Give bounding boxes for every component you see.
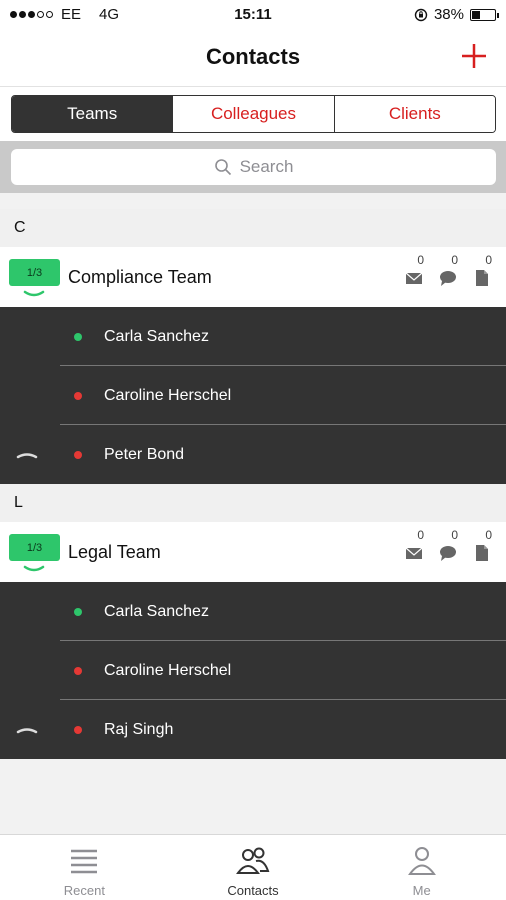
team-counters: 0 0 0 xyxy=(404,253,492,287)
member-name: Carla Sanchez xyxy=(104,602,209,620)
files-counter[interactable]: 0 xyxy=(472,253,492,287)
mail-counter[interactable]: 0 xyxy=(404,528,424,562)
segment-clients[interactable]: Clients xyxy=(333,96,495,132)
section-header-c: C xyxy=(0,209,506,247)
tab-label: Me xyxy=(412,883,431,898)
segment-teams[interactable]: Teams xyxy=(12,96,173,132)
member-row[interactable]: Caroline Herschel xyxy=(60,641,506,700)
tab-me[interactable]: Me xyxy=(337,835,506,900)
member-row[interactable]: Carla Sanchez xyxy=(60,582,506,641)
chat-icon xyxy=(440,546,456,561)
mail-counter[interactable]: 0 xyxy=(404,253,424,287)
team-members-legal: Carla Sanchez Caroline Herschel Raj Sing… xyxy=(0,582,506,759)
member-name: Raj Singh xyxy=(104,720,174,738)
member-name: Peter Bond xyxy=(104,445,185,463)
chat-count: 0 xyxy=(451,253,458,267)
files-counter[interactable]: 0 xyxy=(472,528,492,562)
search-input[interactable]: Search xyxy=(11,149,496,185)
document-icon xyxy=(476,545,488,561)
mail-icon xyxy=(405,272,423,284)
tab-recent[interactable]: Recent xyxy=(0,835,169,900)
search-icon xyxy=(214,159,231,176)
tab-contacts[interactable]: Contacts xyxy=(169,835,338,900)
mail-count: 0 xyxy=(417,253,424,267)
presence-offline-indicator xyxy=(74,391,82,400)
page-title: Contacts xyxy=(205,44,301,69)
team-online-badge: 1/3 xyxy=(9,534,60,561)
presence-offline-indicator xyxy=(74,725,82,734)
presence-online-indicator xyxy=(74,607,82,616)
chat-count: 0 xyxy=(451,528,458,542)
team-counters: 0 0 0 xyxy=(404,528,492,562)
person-icon xyxy=(407,847,436,875)
contacts-icon xyxy=(236,847,270,874)
team-row-legal[interactable]: 1/3 Legal Team 0 0 0 xyxy=(0,522,506,582)
collapse-handle-icon[interactable] xyxy=(16,726,38,734)
chevron-down-icon[interactable] xyxy=(22,564,46,574)
contacts-segmented-control: Teams Colleagues Clients xyxy=(11,95,496,133)
list-icon xyxy=(71,849,98,874)
battery-icon xyxy=(470,8,499,21)
member-row[interactable]: Peter Bond xyxy=(60,425,506,484)
team-name: Legal Team xyxy=(68,542,161,562)
member-row[interactable]: Caroline Herschel xyxy=(60,366,506,425)
tab-label: Recent xyxy=(63,883,105,898)
rotation-lock-icon xyxy=(414,8,428,21)
mail-icon xyxy=(405,547,423,559)
battery-level xyxy=(472,10,480,19)
team-row-compliance[interactable]: 1/3 Compliance Team 0 0 0 xyxy=(0,247,506,307)
collapse-handle-icon[interactable] xyxy=(16,451,38,459)
member-row[interactable]: Carla Sanchez xyxy=(60,307,506,366)
member-name: Carla Sanchez xyxy=(104,327,209,345)
files-count: 0 xyxy=(485,253,492,267)
search-bar-container: Search xyxy=(0,141,506,193)
chat-icon xyxy=(440,271,456,286)
presence-online-indicator xyxy=(74,332,82,341)
navigation-bar: Contacts xyxy=(0,30,506,87)
search-placeholder: Search xyxy=(239,157,294,176)
member-name: Caroline Herschel xyxy=(104,661,232,679)
files-count: 0 xyxy=(485,528,492,542)
add-contact-button[interactable] xyxy=(458,40,490,72)
document-icon xyxy=(476,270,488,286)
tab-label: Contacts xyxy=(227,883,279,898)
battery-percent: 38% xyxy=(433,6,464,23)
team-online-badge: 1/3 xyxy=(9,259,60,286)
team-members-compliance: Carla Sanchez Caroline Herschel Peter Bo… xyxy=(0,307,506,484)
chat-counter[interactable]: 0 xyxy=(438,253,458,287)
segment-colleagues[interactable]: Colleagues xyxy=(172,96,334,132)
chevron-down-icon[interactable] xyxy=(22,289,46,299)
segment-container: Teams Colleagues Clients xyxy=(0,87,506,141)
tab-bar: Recent Contacts Me xyxy=(0,834,506,900)
member-name: Caroline Herschel xyxy=(104,386,232,404)
presence-offline-indicator xyxy=(74,450,82,459)
presence-offline-indicator xyxy=(74,666,82,675)
section-header-l: L xyxy=(0,484,506,522)
mail-count: 0 xyxy=(417,528,424,542)
team-name: Compliance Team xyxy=(68,267,212,287)
status-right: 38% xyxy=(414,6,499,23)
member-row[interactable]: Raj Singh xyxy=(60,700,506,759)
status-bar: EE 4G 15:11 38% xyxy=(0,0,506,30)
chat-counter[interactable]: 0 xyxy=(438,528,458,562)
